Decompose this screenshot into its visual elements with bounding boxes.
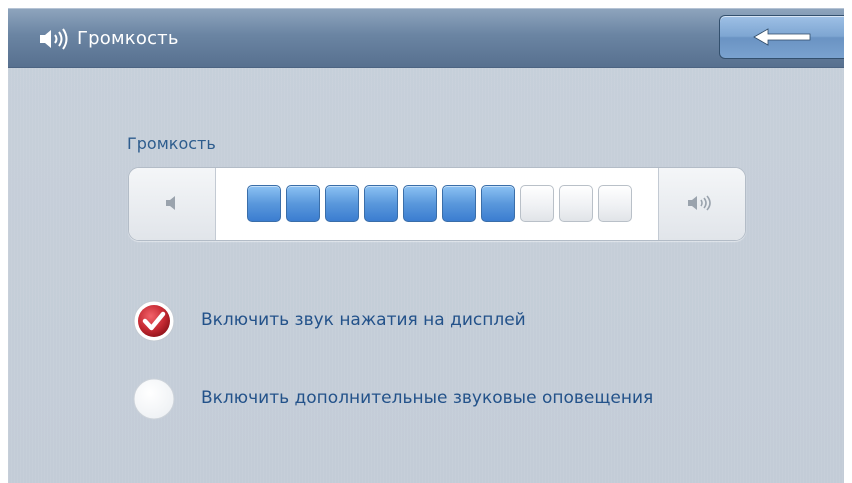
checked-radio-icon[interactable] (132, 299, 176, 343)
volume-segment[interactable] (364, 185, 398, 222)
option-label: Включить дополнительные звуковые оповеще… (201, 388, 654, 408)
volume-segment[interactable] (559, 185, 593, 222)
volume-segment[interactable] (598, 185, 632, 222)
speaker-icon (38, 28, 72, 50)
option-touch-sound[interactable]: Включить звук нажатия на дисплей (132, 299, 772, 343)
volume-slider (128, 167, 746, 241)
speaker-high-icon (688, 195, 711, 211)
volume-segment[interactable] (481, 185, 515, 222)
arrow-left-icon (753, 28, 811, 46)
option-extra-sounds[interactable]: Включить дополнительные звуковые оповеще… (132, 377, 772, 421)
page-title: Громкость (77, 28, 179, 49)
volume-up-button[interactable] (658, 168, 745, 240)
volume-down-button[interactable] (129, 168, 216, 240)
volume-segment[interactable] (520, 185, 554, 222)
volume-segment[interactable] (286, 185, 320, 222)
title-bar: Громкость (8, 8, 844, 68)
speaker-low-icon (166, 196, 175, 210)
volume-segment[interactable] (325, 185, 359, 222)
volume-segment[interactable] (442, 185, 476, 222)
volume-segment[interactable] (403, 185, 437, 222)
volume-segment[interactable] (247, 185, 281, 222)
back-button[interactable] (719, 15, 844, 59)
unchecked-radio-icon[interactable] (132, 377, 176, 421)
volume-label: Громкость (127, 134, 216, 153)
option-label: Включить звук нажатия на дисплей (201, 310, 526, 330)
volume-settings-screen: Громкость Громкость Включить звук нажати… (8, 8, 844, 483)
